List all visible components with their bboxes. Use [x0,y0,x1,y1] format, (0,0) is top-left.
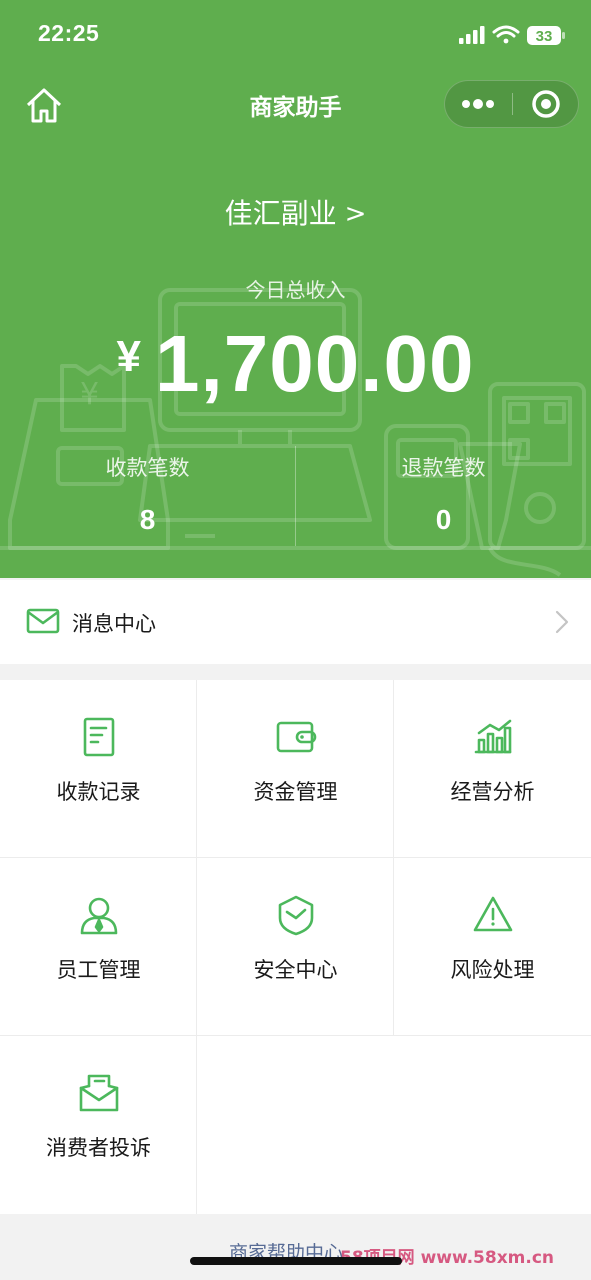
status-time: 22:25 [38,20,100,46]
refund-count-stat[interactable]: 退款笔数 0 [296,452,591,536]
menu-item-fund-management[interactable]: 资金管理 [197,680,394,858]
wifi-icon [492,25,520,44]
close-miniprogram-button[interactable] [513,81,579,127]
payment-count-stat[interactable]: 收款笔数 8 [0,452,295,536]
shield-icon [278,895,314,936]
complaint-mail-icon [79,1074,119,1112]
chevron-right-icon: > [344,199,367,229]
header-hero: ¥ 22:25 33 商家助手 佳汇副业 > 今日总收入 ¥ 1,700.00 … [0,0,591,578]
menu-item-label: 风险处理 [450,958,535,982]
status-icons: 33 [459,25,565,45]
currency-symbol: ¥ [116,332,142,381]
menu-item-label: 资金管理 [253,780,338,804]
battery-level: 33 [536,28,553,45]
envelope-icon [26,608,60,634]
merchant-assistant-page: ¥ 22:25 33 商家助手 佳汇副业 > 今日总收入 ¥ 1,700.00 … [0,0,591,1280]
stat-value: 0 [435,504,452,535]
income-amount: ¥1,700.00 [0,318,591,410]
menu-item-consumer-complaints[interactable]: 消费者投诉 [0,1036,197,1214]
miniprogram-capsule [444,80,579,128]
target-circle-icon [532,90,560,118]
menu-item-risk-handling[interactable]: 风险处理 [394,858,591,1036]
menu-item-label: 消费者投诉 [46,1136,151,1160]
more-dots-icon [462,99,494,109]
menu-item-label: 收款记录 [56,780,141,804]
menu-item-label: 员工管理 [56,958,141,982]
menu-item-label: 安全中心 [253,958,338,982]
more-button[interactable] [445,81,512,127]
menu-item-payment-records[interactable]: 收款记录 [0,680,197,858]
grid-divider [196,680,197,1214]
bar-chart-icon [474,719,512,754]
stat-label: 收款笔数 [105,456,190,480]
battery-icon: 33 [527,26,565,45]
status-bar: 22:25 33 [0,0,591,70]
menu-item-label: 经营分析 [450,780,535,804]
cellular-signal-icon [459,26,485,44]
message-center-row[interactable]: 消息中心 [0,580,591,664]
menu-item-business-analysis[interactable]: 经营分析 [394,680,591,858]
wallet-icon [276,721,317,753]
merchant-selector[interactable]: 佳汇副业 > [0,192,591,232]
grid-divider [0,1035,591,1036]
stat-label: 退款笔数 [401,456,486,480]
home-indicator [190,1257,402,1265]
warning-triangle-icon [473,896,513,932]
message-center-label: 消息中心 [72,612,156,636]
stat-value: 8 [139,504,156,535]
menu-item-staff-management[interactable]: 员工管理 [0,858,197,1036]
income-label: 今日总收入 [245,278,346,302]
staff-person-icon [80,897,118,935]
merchant-name: 佳汇副业 [224,197,337,230]
income-value: 1,700.00 [155,319,475,408]
grid-divider [393,680,394,1036]
receipt-record-icon [83,717,115,757]
feature-grid: 收款记录 资金管理 经营分析 员工管理 安全中心 风险处理 消费者投诉 [0,680,591,1214]
nav-bar: 商家助手 [0,72,591,136]
chevron-right-icon [555,610,569,634]
menu-item-security-center[interactable]: 安全中心 [197,858,394,1036]
grid-divider [0,857,591,858]
